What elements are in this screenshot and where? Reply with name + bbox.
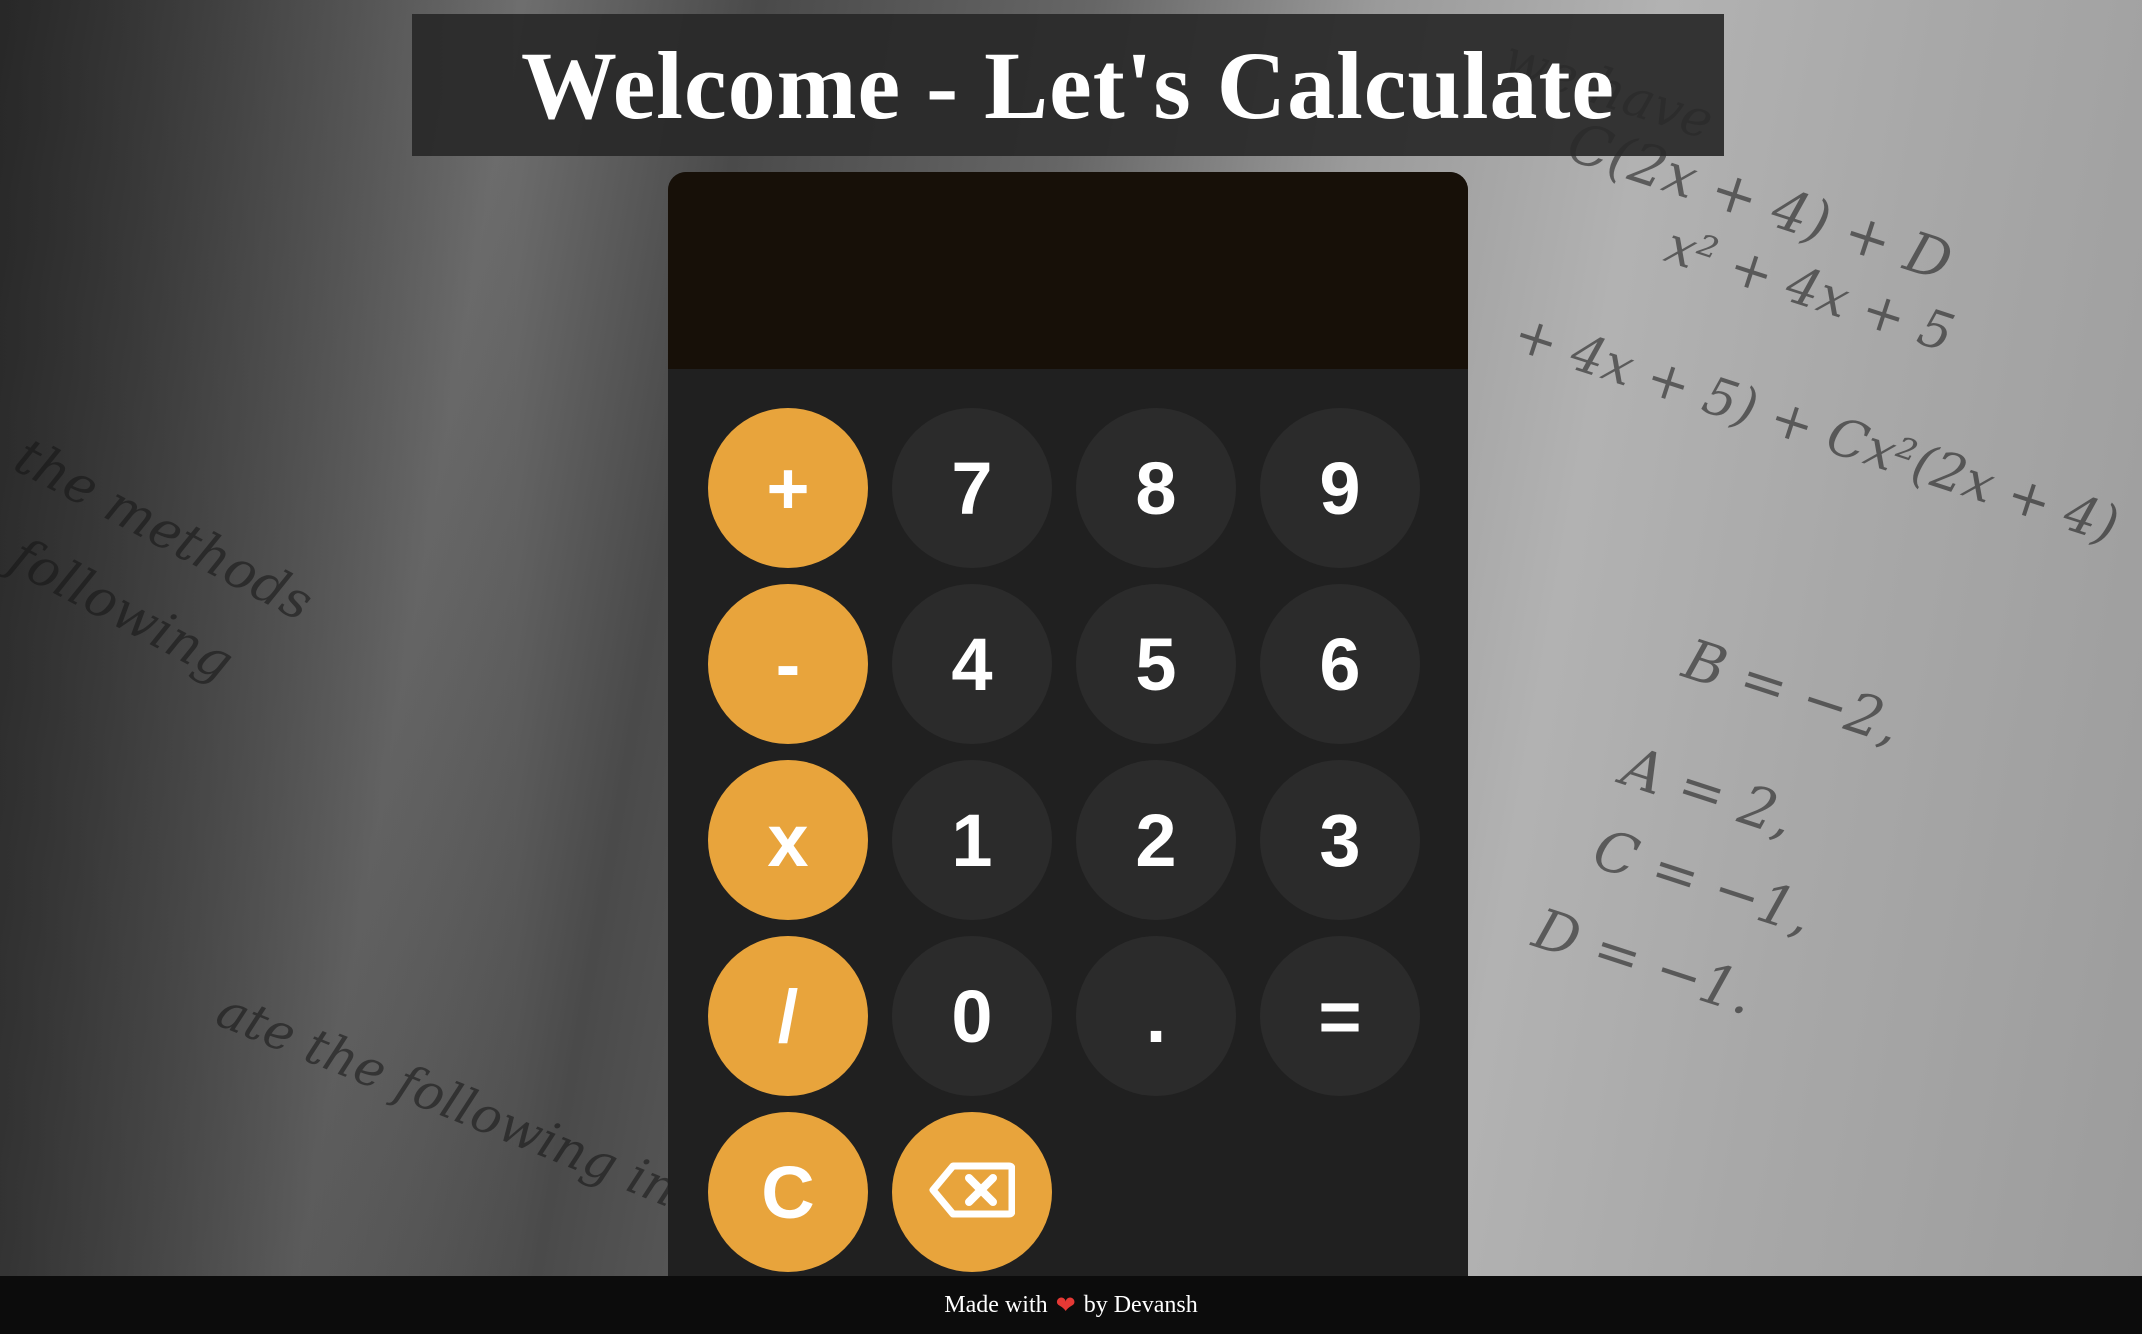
six-button[interactable]: 6	[1260, 584, 1420, 744]
eight-button[interactable]: 8	[1076, 408, 1236, 568]
backspace-button[interactable]	[892, 1112, 1052, 1272]
two-button[interactable]: 2	[1076, 760, 1236, 920]
clear-button[interactable]: C	[708, 1112, 868, 1272]
footer: Made with ❤ by Devansh	[0, 1276, 2142, 1334]
page-header: Welcome - Let's Calculate	[412, 14, 1724, 156]
minus-button[interactable]: -	[708, 584, 868, 744]
five-button[interactable]: 5	[1076, 584, 1236, 744]
page-title: Welcome - Let's Calculate	[520, 31, 1616, 139]
calculator-display	[668, 172, 1468, 369]
three-button[interactable]: 3	[1260, 760, 1420, 920]
heart-icon: ❤	[1055, 1292, 1076, 1319]
four-button[interactable]: 4	[892, 584, 1052, 744]
multiply-button[interactable]: x	[708, 760, 868, 920]
footer-made-with: Made with	[944, 1291, 1048, 1318]
zero-button[interactable]: 0	[892, 936, 1052, 1096]
keypad: + 7 8 9 - 4 5 6 x 1 2 3 / 0 . = C	[668, 369, 1468, 1312]
footer-author: by Devansh	[1083, 1291, 1198, 1318]
equals-button[interactable]: =	[1260, 936, 1420, 1096]
backspace-icon	[929, 1150, 1016, 1235]
one-button[interactable]: 1	[892, 760, 1052, 920]
nine-button[interactable]: 9	[1260, 408, 1420, 568]
decimal-button[interactable]: .	[1076, 936, 1236, 1096]
divide-button[interactable]: /	[708, 936, 868, 1096]
calculator: + 7 8 9 - 4 5 6 x 1 2 3 / 0 . = C	[668, 172, 1468, 1312]
plus-button[interactable]: +	[708, 408, 868, 568]
seven-button[interactable]: 7	[892, 408, 1052, 568]
